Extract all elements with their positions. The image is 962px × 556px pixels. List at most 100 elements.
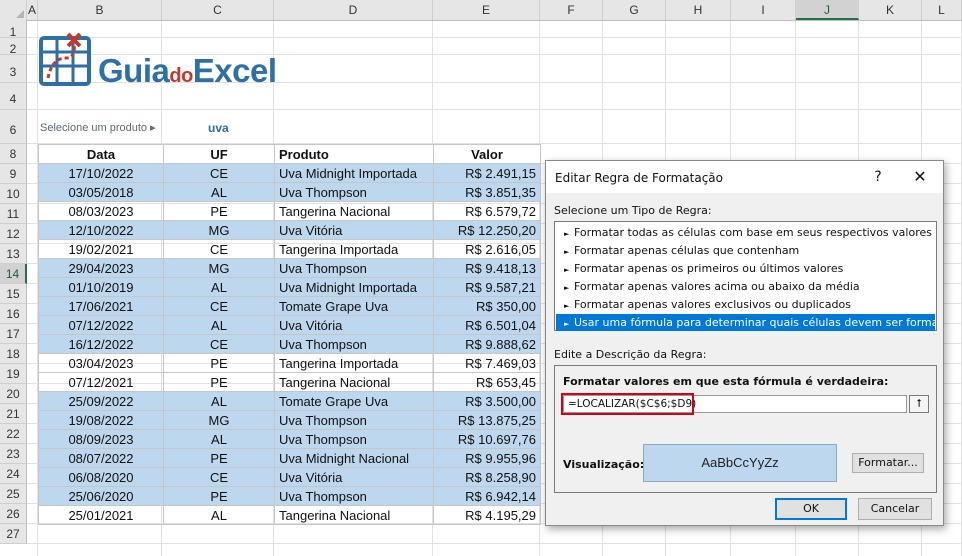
row-header-14[interactable]: 14	[0, 264, 27, 284]
help-icon[interactable]: ?	[868, 167, 888, 187]
cell-valor[interactable]: R$ 3.500,00	[433, 391, 541, 411]
rule-type-item[interactable]: ► Formatar apenas valores acima ou abaixo…	[556, 278, 935, 295]
column-header-K[interactable]: K	[859, 0, 922, 20]
column-header-B[interactable]: B	[38, 0, 162, 20]
header-uf[interactable]: UF	[163, 144, 275, 164]
cell-uf[interactable]: PE	[163, 201, 275, 221]
column-header-A[interactable]: A	[27, 0, 38, 20]
column-header-F[interactable]: F	[540, 0, 603, 20]
column-header-H[interactable]: H	[666, 0, 731, 20]
cell-produto[interactable]: Uva Thompson	[274, 258, 434, 278]
row-header-12[interactable]: 12	[0, 224, 27, 244]
close-icon[interactable]: ✕	[908, 167, 932, 187]
cell-produto[interactable]: Uva Thompson	[274, 410, 434, 430]
cell-produto[interactable]: Uva Vitória	[274, 220, 434, 240]
cell-uf[interactable]: PE	[163, 353, 275, 373]
cell-valor[interactable]: R$ 2.616,05	[433, 239, 541, 259]
cell-data[interactable]: 25/06/2020	[38, 486, 164, 506]
cell-data[interactable]: 01/10/2019	[38, 277, 164, 297]
cell-uf[interactable]: AL	[163, 391, 275, 411]
cell-valor[interactable]: R$ 8.258,90	[433, 467, 541, 487]
cell-uf[interactable]: MG	[163, 258, 275, 278]
cell-data[interactable]: 19/08/2022	[38, 410, 164, 430]
row-header-25[interactable]: 25	[0, 484, 27, 504]
cell-data[interactable]: 08/07/2022	[38, 448, 164, 468]
row-header-21[interactable]: 21	[0, 404, 27, 424]
rule-type-list[interactable]: ► Formatar todas as células com base em s…	[554, 221, 937, 331]
column-header-I[interactable]: I	[731, 0, 796, 20]
row-header-15[interactable]: 15	[0, 284, 27, 304]
cell-valor[interactable]: R$ 12.250,20	[433, 220, 541, 240]
cell-uf[interactable]: AL	[163, 277, 275, 297]
cell-uf[interactable]: CE	[163, 467, 275, 487]
row-header-3[interactable]: 3	[0, 55, 27, 83]
row-header-19[interactable]: 19	[0, 364, 27, 384]
row-header-2[interactable]: 2	[0, 38, 27, 56]
cell-valor[interactable]: R$ 653,45	[433, 372, 541, 392]
collapse-dialog-icon[interactable]: ⭡	[909, 395, 929, 413]
cell-produto[interactable]: Uva Vitória	[274, 315, 434, 335]
cell-uf[interactable]: PE	[163, 372, 275, 392]
cell-data[interactable]: 03/04/2023	[38, 353, 164, 373]
dialog-titlebar[interactable]: Editar Regra de Formatação ? ✕	[546, 161, 943, 193]
formula-input[interactable]	[563, 395, 907, 413]
cell-data[interactable]: 08/09/2023	[38, 429, 164, 449]
cell-uf[interactable]: AL	[163, 182, 275, 202]
cell-data[interactable]: 25/01/2021	[38, 505, 164, 525]
format-button[interactable]: Formatar...	[852, 453, 924, 473]
cell-valor[interactable]: R$ 6.501,04	[433, 315, 541, 335]
cell-valor[interactable]: R$ 6.942,14	[433, 486, 541, 506]
cell-produto[interactable]: Uva Thompson	[274, 334, 434, 354]
rule-type-item[interactable]: ► Formatar apenas células que contenham	[556, 242, 935, 259]
cell-valor[interactable]: R$ 3.851,35	[433, 182, 541, 202]
rule-type-item[interactable]: ► Formatar apenas os primeiros ou últimos…	[556, 260, 935, 277]
cell-data[interactable]: 29/04/2023	[38, 258, 164, 278]
cell-produto[interactable]: Uva Vitória	[274, 467, 434, 487]
row-header-27[interactable]: 27	[0, 524, 27, 544]
cell-valor[interactable]: R$ 4.195,29	[433, 505, 541, 525]
cell-produto[interactable]: Tangerina Importada	[274, 353, 434, 373]
cell-data[interactable]: 17/06/2021	[38, 296, 164, 316]
cell-produto[interactable]: Tangerina Nacional	[274, 372, 434, 392]
cell-produto[interactable]: Tomate Grape Uva	[274, 391, 434, 411]
header-produto[interactable]: Produto	[274, 144, 434, 164]
column-header-D[interactable]: D	[274, 0, 433, 20]
cell-data[interactable]: 07/12/2022	[38, 315, 164, 335]
cell-data[interactable]: 19/02/2021	[38, 239, 164, 259]
cell-uf[interactable]: AL	[163, 315, 275, 335]
column-header-J[interactable]: J	[796, 0, 859, 20]
row-header-13[interactable]: 13	[0, 244, 27, 264]
cell-produto[interactable]: Tomate Grape Uva	[274, 296, 434, 316]
cancel-button[interactable]: Cancelar	[858, 498, 932, 520]
row-header-8[interactable]: 8	[0, 144, 27, 164]
cell-data[interactable]: 25/09/2022	[38, 391, 164, 411]
row-header-26[interactable]: 26	[0, 504, 27, 524]
column-header-L[interactable]: L	[922, 0, 962, 20]
rule-type-item[interactable]: ► Usar uma fórmula para determinar quais …	[556, 314, 935, 331]
cell-produto[interactable]: Tangerina Importada	[274, 239, 434, 259]
row-header-16[interactable]: 16	[0, 304, 27, 324]
column-header-C[interactable]: C	[162, 0, 274, 20]
cell-valor[interactable]: R$ 13.875,25	[433, 410, 541, 430]
row-header-18[interactable]: 18	[0, 344, 27, 364]
cell-produto[interactable]: Tangerina Nacional	[274, 505, 434, 525]
cell-data[interactable]: 12/10/2022	[38, 220, 164, 240]
cell-uf[interactable]: PE	[163, 486, 275, 506]
row-header-23[interactable]: 23	[0, 444, 27, 464]
row-header-24[interactable]: 24	[0, 464, 27, 484]
row-header-10[interactable]: 10	[0, 184, 27, 204]
cell-data[interactable]: 17/10/2022	[38, 163, 164, 183]
row-header-6[interactable]: 6	[0, 110, 27, 144]
cell-uf[interactable]: CE	[163, 239, 275, 259]
rule-type-item[interactable]: ► Formatar todas as células com base em s…	[556, 224, 935, 241]
cell-data[interactable]: 16/12/2022	[38, 334, 164, 354]
cell-valor[interactable]: R$ 7.469,03	[433, 353, 541, 373]
header-valor[interactable]: Valor	[433, 144, 541, 164]
row-header-9[interactable]: 9	[0, 164, 27, 184]
select-all-corner[interactable]	[0, 0, 27, 20]
cell-data[interactable]: 03/05/2018	[38, 182, 164, 202]
row-header-22[interactable]: 22	[0, 424, 27, 444]
cell-produto[interactable]: Tangerina Nacional	[274, 201, 434, 221]
cell-uf[interactable]: CE	[163, 163, 275, 183]
row-header-4[interactable]: 4	[0, 83, 27, 110]
